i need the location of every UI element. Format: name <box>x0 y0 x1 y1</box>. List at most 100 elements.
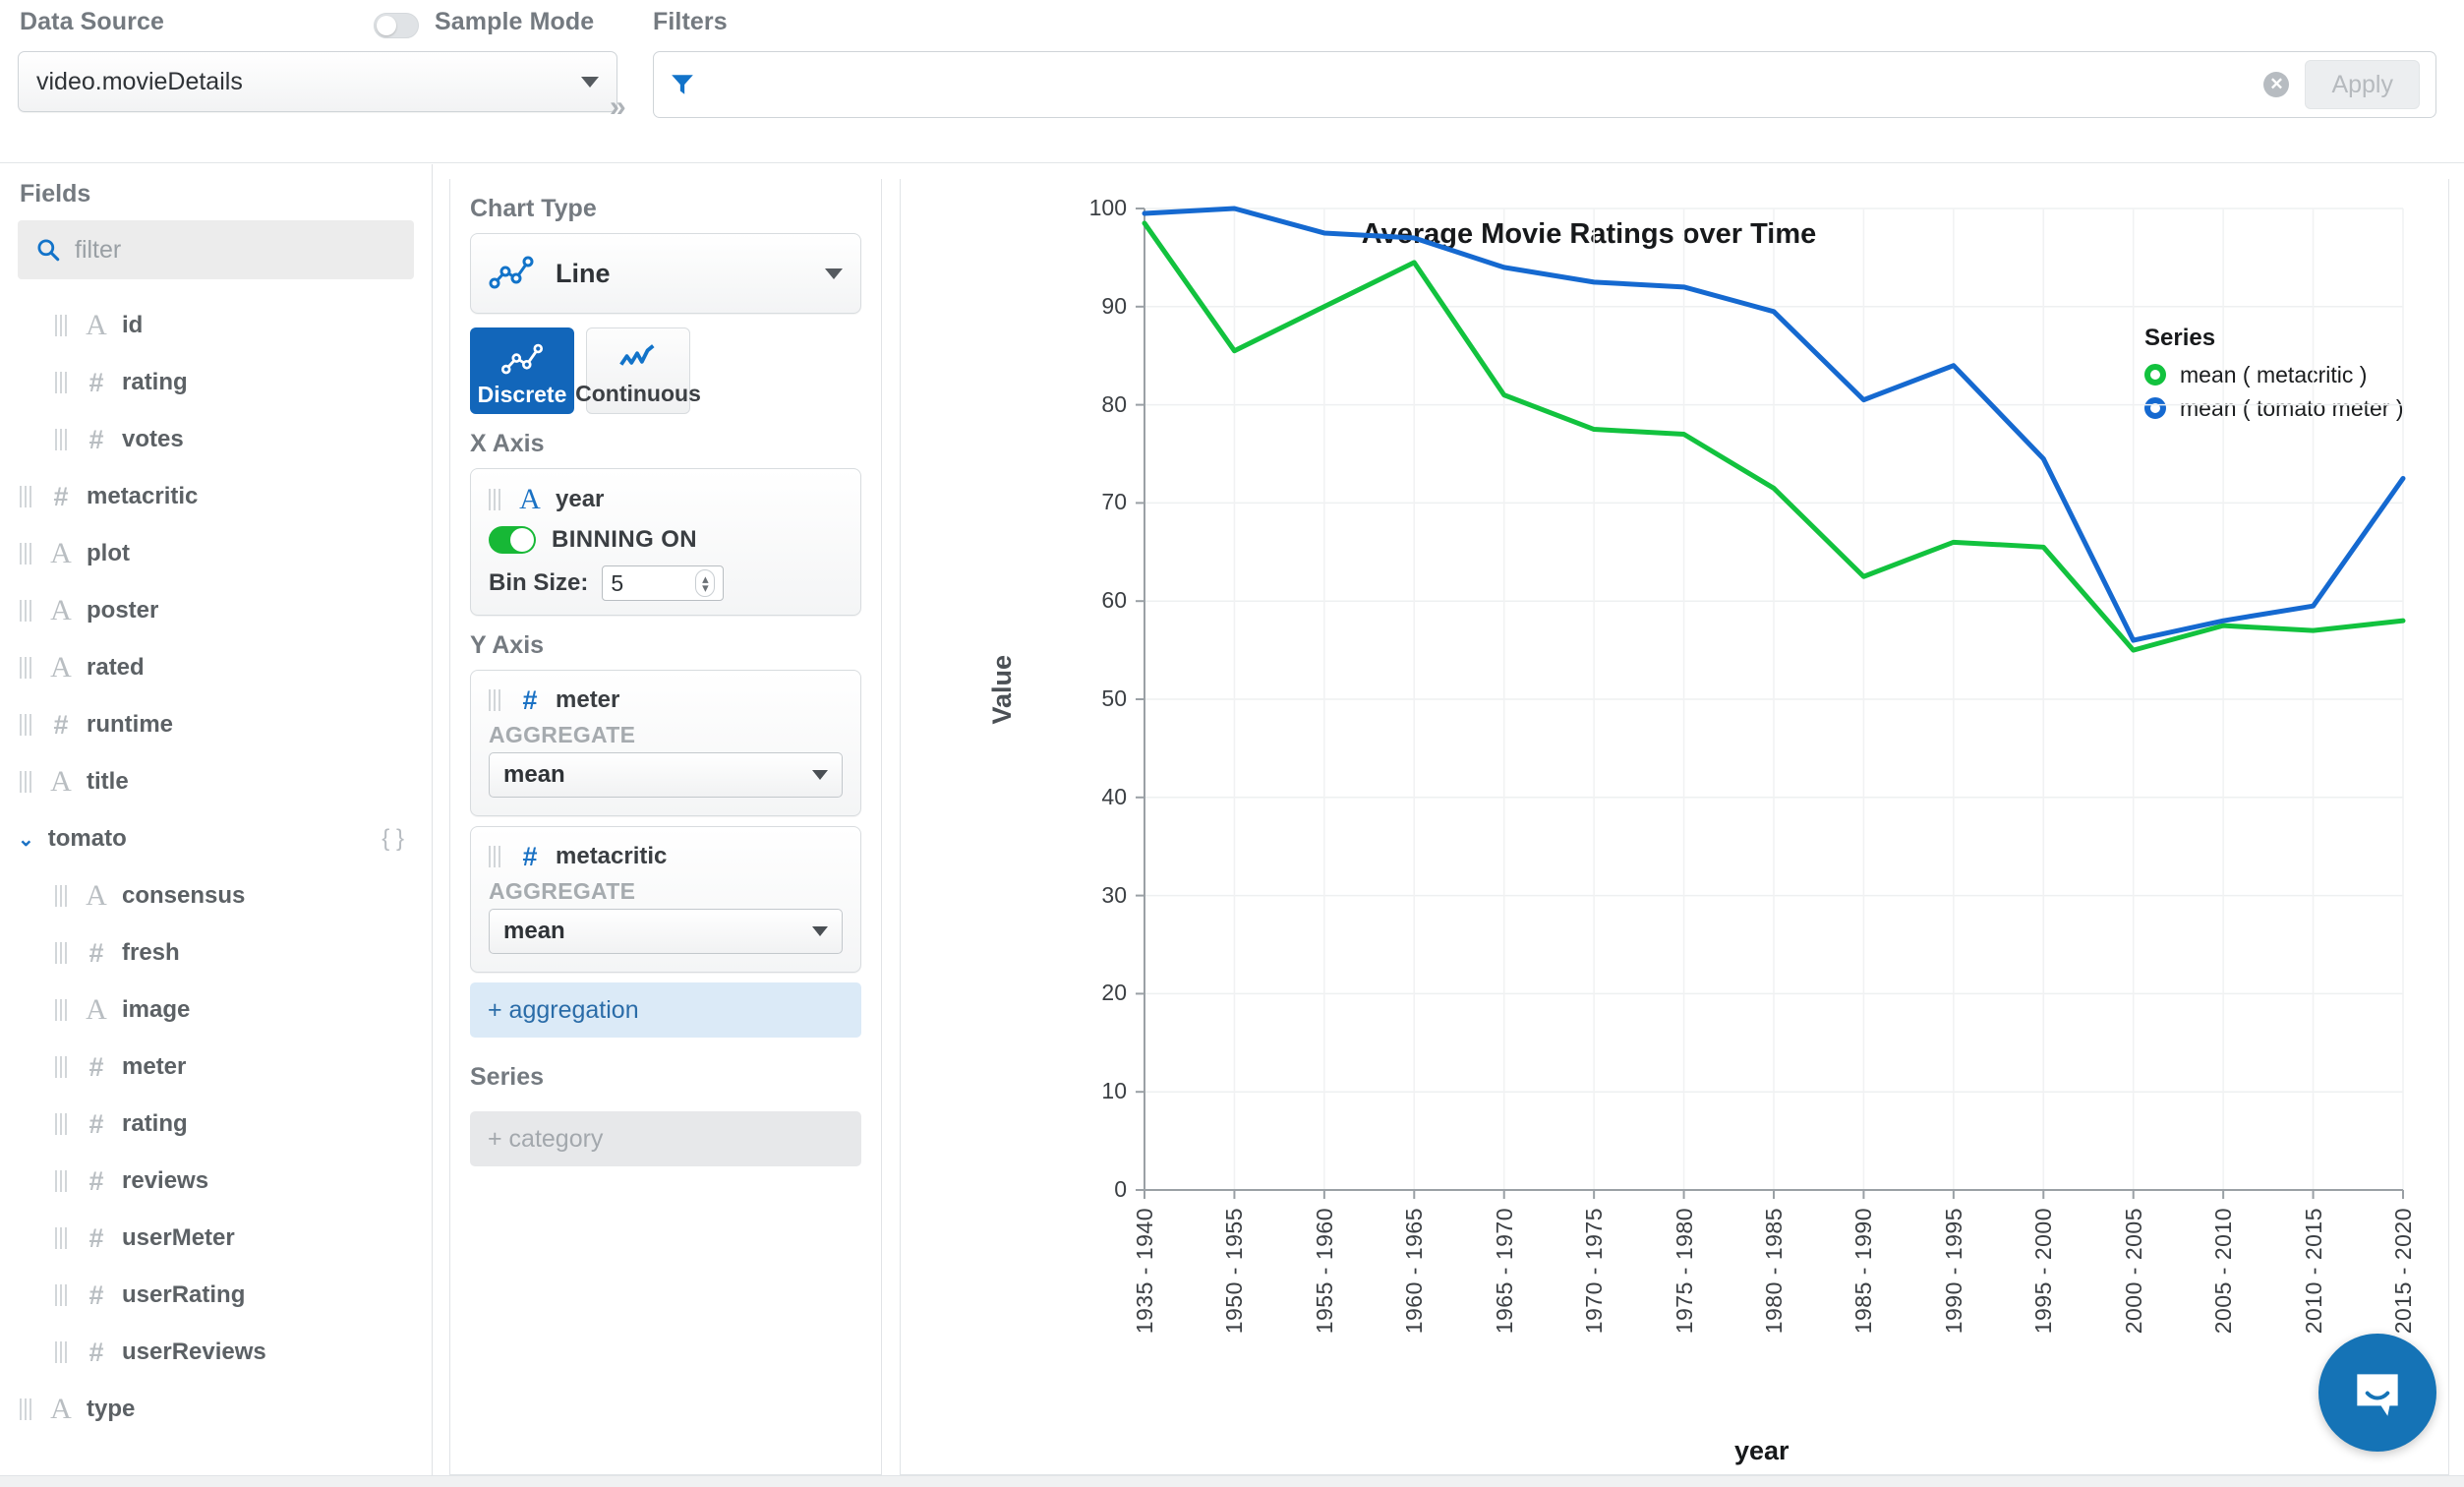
y-axis-header: Y Axis <box>450 616 881 670</box>
field-item-plot[interactable]: Aplot <box>0 525 432 582</box>
continuous-label: Continuous <box>575 381 701 407</box>
field-item-poster[interactable]: Aposter <box>0 582 432 639</box>
filter-bar[interactable]: ✕ Apply <box>653 51 2436 118</box>
drag-handle-icon[interactable] <box>55 1056 69 1078</box>
drag-handle-icon[interactable] <box>20 1398 33 1420</box>
drag-handle-icon[interactable] <box>55 372 69 393</box>
field-label: consensus <box>122 882 245 910</box>
top-toolbar: Data Source Sample Mode Filters video.mo… <box>0 0 2464 163</box>
drag-handle-icon[interactable] <box>489 689 502 711</box>
number-type-icon: # <box>81 940 112 967</box>
y-axis-slot-0: # meter AGGREGATE mean <box>470 670 861 816</box>
drag-handle-icon[interactable] <box>55 885 69 907</box>
field-item-image[interactable]: Aimage <box>0 981 432 1039</box>
drag-handle-icon[interactable] <box>55 1284 69 1306</box>
field-item-id[interactable]: Aid <box>0 297 432 354</box>
y-axis-tick: 70 <box>1058 489 1127 515</box>
drag-handle-icon[interactable] <box>55 999 69 1021</box>
drag-handle-icon[interactable] <box>20 543 33 565</box>
y-axis-field-label: metacritic <box>556 843 667 870</box>
field-item-reviews[interactable]: #reviews <box>0 1153 432 1210</box>
fields-header: Fields <box>0 164 432 220</box>
field-item-rating[interactable]: #rating <box>0 354 432 411</box>
field-item-votes[interactable]: #votes <box>0 411 432 468</box>
x-axis-tick: 1985 - 1990 <box>1850 1208 1877 1334</box>
field-item-userReviews[interactable]: #userReviews <box>0 1324 432 1381</box>
field-list: Aid#rating#votes#metacriticAplotAposterA… <box>0 297 432 1438</box>
field-item-runtime[interactable]: #runtime <box>0 696 432 753</box>
field-item-rated[interactable]: Arated <box>0 639 432 696</box>
stepper-arrows-icon[interactable]: ▴▾ <box>695 569 715 597</box>
drag-handle-icon[interactable] <box>20 486 33 507</box>
field-label: userReviews <box>122 1338 266 1366</box>
binning-toggle[interactable] <box>489 526 536 554</box>
drag-handle-icon[interactable] <box>55 942 69 964</box>
y-axis-tick: 30 <box>1058 882 1127 909</box>
y-axis-slot-1: # metacritic AGGREGATE mean <box>470 826 861 973</box>
number-type-icon: # <box>514 844 546 870</box>
fields-sidebar: Fields filter Aid#rating#votes#metacriti… <box>0 164 433 1475</box>
drag-handle-icon[interactable] <box>489 489 502 510</box>
string-type-icon: A <box>514 485 546 514</box>
drag-handle-icon[interactable] <box>20 771 33 793</box>
clear-filters-button[interactable]: ✕ <box>2263 72 2289 97</box>
field-item-type[interactable]: Atype <box>0 1381 432 1438</box>
field-item-userMeter[interactable]: #userMeter <box>0 1210 432 1267</box>
bin-size-label: Bin Size: <box>489 569 588 597</box>
field-label: poster <box>87 597 158 625</box>
drag-handle-icon[interactable] <box>55 1227 69 1249</box>
drag-handle-icon[interactable] <box>489 846 502 867</box>
drag-handle-icon[interactable] <box>55 429 69 450</box>
aggregate-label: AGGREGATE <box>471 720 860 752</box>
expand-chevrons-icon[interactable]: » <box>610 90 626 124</box>
y-axis-field-label: meter <box>556 686 619 714</box>
field-item-meter[interactable]: #meter <box>0 1039 432 1096</box>
chevron-down-icon[interactable]: ⌄ <box>18 827 34 852</box>
discrete-button[interactable]: Discrete <box>470 327 574 414</box>
drag-handle-icon[interactable] <box>20 657 33 679</box>
field-item-fresh[interactable]: #fresh <box>0 924 432 981</box>
number-type-icon: # <box>81 1168 112 1195</box>
data-source-select[interactable]: video.movieDetails <box>18 51 617 112</box>
x-axis-tick: 1975 - 1980 <box>1672 1208 1698 1334</box>
aggregate-select[interactable]: mean <box>489 909 843 954</box>
binning-label: BINNING ON <box>552 526 697 554</box>
y-axis-tick: 100 <box>1058 195 1127 221</box>
drag-handle-icon[interactable] <box>55 1170 69 1192</box>
drag-handle-icon[interactable] <box>55 1113 69 1135</box>
y-axis-tick: 0 <box>1058 1176 1127 1203</box>
number-type-icon: # <box>81 370 112 396</box>
drag-handle-icon[interactable] <box>20 714 33 736</box>
field-item-title[interactable]: Atitle <box>0 753 432 810</box>
aggregate-value: mean <box>503 918 565 945</box>
drag-handle-icon[interactable] <box>55 1341 69 1363</box>
field-group-tomato[interactable]: ⌄tomato{ } <box>0 810 432 867</box>
drag-handle-icon[interactable] <box>20 600 33 622</box>
field-item-metacritic[interactable]: #metacritic <box>0 468 432 525</box>
add-category-button[interactable]: + category <box>470 1111 861 1166</box>
x-axis-tick: 1970 - 1975 <box>1581 1208 1608 1334</box>
x-axis-tick: 1965 - 1970 <box>1492 1208 1518 1334</box>
apply-button[interactable]: Apply <box>2305 60 2420 109</box>
sample-mode-toggle[interactable] <box>374 13 419 38</box>
field-label: metacritic <box>87 483 198 510</box>
field-item-consensus[interactable]: Aconsensus <box>0 867 432 924</box>
field-item-userRating[interactable]: #userRating <box>0 1267 432 1324</box>
chart-type-select[interactable]: Line <box>470 233 861 314</box>
x-axis-tick: 2015 - 2020 <box>2390 1208 2417 1334</box>
field-filter-input[interactable]: filter <box>18 220 414 279</box>
y-axis-field-pill[interactable]: # metacritic <box>471 837 860 876</box>
data-source-label: Data Source <box>20 8 164 36</box>
drag-handle-icon[interactable] <box>55 315 69 336</box>
chat-launcher-button[interactable] <box>2318 1334 2436 1452</box>
y-axis-field-pill[interactable]: # meter <box>471 681 860 720</box>
x-axis-field-pill[interactable]: A year <box>471 479 860 520</box>
continuous-button[interactable]: Continuous <box>586 327 690 414</box>
field-item-rating[interactable]: #rating <box>0 1096 432 1153</box>
x-axis-tick: 2000 - 2005 <box>2121 1208 2147 1334</box>
add-aggregation-button[interactable]: + aggregation <box>470 982 861 1038</box>
x-axis-tick: 1950 - 1955 <box>1221 1208 1248 1334</box>
bin-size-stepper[interactable]: 5 ▴▾ <box>602 565 724 601</box>
aggregate-select[interactable]: mean <box>489 752 843 798</box>
y-axis-tick: 10 <box>1058 1078 1127 1104</box>
